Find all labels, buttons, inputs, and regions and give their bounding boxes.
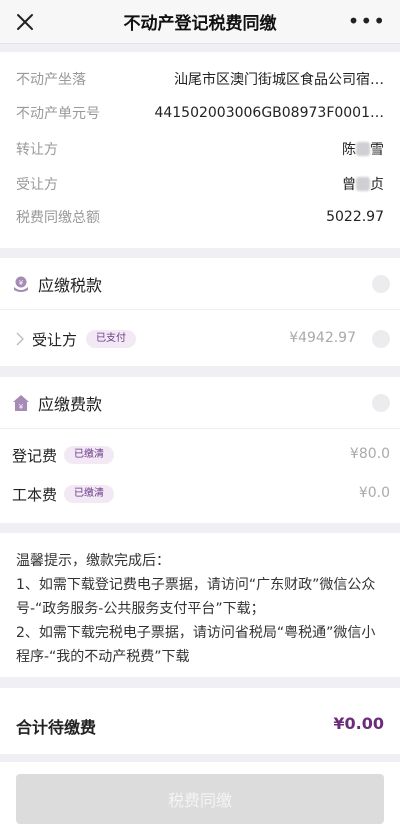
location-value: 汕尾市区澳门街城区食品公司宿… bbox=[174, 72, 384, 88]
svg-text:¥: ¥ bbox=[19, 403, 24, 411]
tax-section-title: 应缴税款 bbox=[38, 275, 103, 295]
chevron-right-icon bbox=[16, 332, 24, 346]
tip-heading: 温馨提示，缴款完成后： bbox=[16, 553, 170, 569]
fee-row-amount: ¥0.0 bbox=[358, 485, 390, 501]
info-row-total: 税费同缴总额 5022.97 bbox=[16, 206, 384, 228]
fee-row-label: 登记费 bbox=[12, 447, 58, 465]
location-label: 不动产坐落 bbox=[16, 72, 86, 88]
transferee-label: 受让方 bbox=[16, 177, 58, 193]
transferor-label: 转让方 bbox=[16, 142, 58, 158]
redacted-mark bbox=[356, 142, 370, 156]
status-badge: 已缴清 bbox=[64, 446, 114, 464]
page-title: 不动产登记税费同缴 bbox=[123, 14, 277, 34]
total-card: 合计待缴费 ¥0.00 bbox=[0, 688, 400, 754]
tax-section-radio[interactable] bbox=[372, 275, 390, 293]
fee-row-amount: ¥80.0 bbox=[349, 446, 390, 462]
transferee-name: 曾贞 bbox=[342, 174, 384, 194]
transferee-name-last: 贞 bbox=[370, 177, 384, 193]
footer: 税费同缴 bbox=[0, 762, 400, 828]
info-row-transferor: 转让方 陈雪 bbox=[16, 138, 384, 160]
status-badge: 已支付 bbox=[86, 330, 136, 348]
tax-row-transferee[interactable]: 受让方 已支付 ¥4942.97 bbox=[0, 328, 400, 350]
unit-value: 441502003006GB08973F0001… bbox=[154, 105, 384, 121]
unit-label: 不动产单元号 bbox=[16, 106, 100, 122]
transferor-name-last: 雪 bbox=[370, 142, 384, 158]
fee-section-header[interactable]: ¥ 应缴费款 bbox=[0, 377, 400, 429]
transferee-name-first: 曾 bbox=[342, 177, 356, 193]
total-due-value: ¥0.00 bbox=[333, 714, 384, 733]
tax-row-amount: ¥4942.97 bbox=[289, 330, 356, 346]
transferor-name: 陈雪 bbox=[342, 139, 384, 159]
svg-text:¥: ¥ bbox=[19, 279, 24, 287]
transferor-name-first: 陈 bbox=[342, 142, 356, 158]
tax-icon: ¥ bbox=[14, 276, 28, 292]
top-bar: 不动产登记税费同缴 ••• bbox=[0, 0, 400, 44]
tax-section-header[interactable]: ¥ 应缴税款 bbox=[0, 258, 400, 310]
info-row-transferee: 受让方 曾贞 bbox=[16, 173, 384, 195]
status-badge: 已缴清 bbox=[64, 485, 114, 503]
tax-row-label: 受让方 bbox=[32, 331, 78, 349]
more-icon[interactable]: ••• bbox=[348, 10, 386, 32]
fee-row: 登记费 已缴清 ¥80.0 bbox=[0, 444, 400, 466]
info-row-unit: 不动产单元号 441502003006GB08973F0001… bbox=[16, 102, 384, 124]
tax-section: ¥ 应缴税款 受让方 已支付 ¥4942.97 bbox=[0, 258, 400, 366]
tip-card: 温馨提示，缴款完成后： 1、如需下载登记费电子票据，请访问“广东财政”微信公众号… bbox=[0, 533, 400, 677]
fee-section: ¥ 应缴费款 登记费 已缴清 ¥80.0 工本费 已缴清 ¥0.0 bbox=[0, 377, 400, 523]
fee-row: 工本费 已缴清 ¥0.0 bbox=[0, 483, 400, 505]
fee-section-title: 应缴费款 bbox=[38, 394, 103, 414]
pay-button[interactable]: 税费同缴 bbox=[16, 774, 384, 824]
property-info-card: 不动产坐落 汕尾市区澳门街城区食品公司宿… 不动产单元号 44150200300… bbox=[0, 52, 400, 248]
tip-line: 2、如需下载完税电子票据，请访问省税局“粤税通”微信小程序-“我的不动产税费”下… bbox=[16, 625, 376, 665]
info-row-location: 不动产坐落 汕尾市区澳门街城区食品公司宿… bbox=[16, 68, 384, 90]
total-due-label: 合计待缴费 bbox=[16, 718, 97, 737]
fee-icon: ¥ bbox=[13, 394, 29, 411]
redacted-mark bbox=[356, 177, 370, 191]
tax-row-radio[interactable] bbox=[372, 330, 390, 348]
total-label: 税费同缴总额 bbox=[16, 210, 100, 226]
fee-section-radio[interactable] bbox=[372, 394, 390, 412]
total-value: 5022.97 bbox=[326, 209, 384, 225]
tip-line: 1、如需下载登记费电子票据，请访问“广东财政”微信公众号-“政务服务-公共服务支… bbox=[16, 577, 376, 617]
fee-row-label: 工本费 bbox=[12, 486, 58, 504]
close-icon[interactable] bbox=[12, 9, 38, 35]
